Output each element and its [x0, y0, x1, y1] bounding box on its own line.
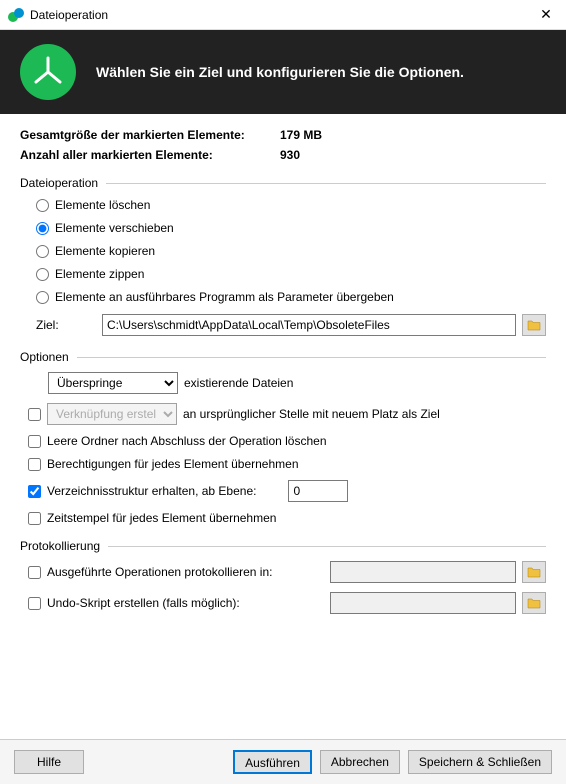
- save-close-button[interactable]: Speichern & Schließen: [408, 750, 552, 774]
- radio-move-label: Elemente verschieben: [55, 221, 174, 235]
- timestamps-label: Zeitstempel für jedes Element übernehmen: [47, 511, 276, 525]
- timestamps-checkbox[interactable]: [28, 512, 41, 525]
- divider: [106, 183, 546, 184]
- existing-suffix: existierende Dateien: [184, 376, 293, 390]
- radio-copy-input[interactable]: [36, 245, 49, 258]
- header-text: Wählen Sie ein Ziel und konfigurieren Si…: [96, 64, 464, 80]
- stat-size-label: Gesamtgröße der markierten Elemente:: [20, 128, 280, 142]
- radio-delete-input[interactable]: [36, 199, 49, 212]
- target-label: Ziel:: [36, 318, 96, 332]
- radio-delete[interactable]: Elemente löschen: [36, 198, 546, 212]
- header: Wählen Sie ein Ziel und konfigurieren Si…: [0, 30, 566, 114]
- folder-icon: [527, 597, 541, 609]
- titlebar: Dateioperation ✕: [0, 0, 566, 30]
- radio-delete-label: Elemente löschen: [55, 198, 150, 212]
- preserve-struct-checkbox[interactable]: [28, 485, 41, 498]
- execute-button[interactable]: Ausführen: [233, 750, 312, 774]
- radio-exec-label: Elemente an ausführbares Programm als Pa…: [55, 290, 394, 304]
- close-button[interactable]: ✕: [526, 0, 566, 30]
- radio-move[interactable]: Elemente verschieben: [36, 221, 546, 235]
- permissions-label: Berechtigungen für jedes Element überneh…: [47, 457, 299, 471]
- permissions-row[interactable]: Berechtigungen für jedes Element überneh…: [28, 457, 546, 471]
- radio-exec[interactable]: Elemente an ausführbares Programm als Pa…: [36, 290, 546, 304]
- delete-empty-row[interactable]: Leere Ordner nach Abschluss der Operatio…: [28, 434, 546, 448]
- app-icon: [8, 7, 24, 23]
- delete-empty-label: Leere Ordner nach Abschluss der Operatio…: [47, 434, 327, 448]
- help-button[interactable]: Hilfe: [14, 750, 84, 774]
- shortcut-suffix: an ursprünglicher Stelle mit neuem Platz…: [183, 407, 440, 421]
- folder-icon: [527, 319, 541, 331]
- radio-zip[interactable]: Elemente zippen: [36, 267, 546, 281]
- divider: [77, 357, 546, 358]
- log-ops-label: Ausgeführte Operationen protokollieren i…: [47, 565, 272, 579]
- divider: [108, 546, 546, 547]
- log-ops-browse-button[interactable]: [522, 561, 546, 583]
- existing-select[interactable]: Überspringe: [48, 372, 178, 394]
- preserve-struct-label: Verzeichnisstruktur erhalten, ab Ebene:: [47, 484, 256, 498]
- undo-script-browse-button[interactable]: [522, 592, 546, 614]
- group-options-title: Optionen: [20, 350, 69, 364]
- log-ops-input: [330, 561, 516, 583]
- stat-count-label: Anzahl aller markierten Elemente:: [20, 148, 280, 162]
- folder-icon: [527, 566, 541, 578]
- radio-exec-input[interactable]: [36, 291, 49, 304]
- undo-script-checkbox[interactable]: [28, 597, 41, 610]
- shortcut-select: Verknüpfung erstellen: [47, 403, 177, 425]
- header-icon: [20, 44, 76, 100]
- radio-copy[interactable]: Elemente kopieren: [36, 244, 546, 258]
- timestamps-row[interactable]: Zeitstempel für jedes Element übernehmen: [28, 511, 546, 525]
- target-input[interactable]: [102, 314, 516, 336]
- undo-script-input: [330, 592, 516, 614]
- preserve-level-input[interactable]: [288, 480, 348, 502]
- footer: Hilfe Ausführen Abbrechen Speichern & Sc…: [0, 739, 566, 784]
- window-title: Dateioperation: [30, 8, 526, 22]
- radio-move-input[interactable]: [36, 222, 49, 235]
- delete-empty-checkbox[interactable]: [28, 435, 41, 448]
- group-logging-title: Protokollierung: [20, 539, 100, 553]
- stat-count-value: 930: [280, 148, 300, 162]
- radio-zip-label: Elemente zippen: [55, 267, 144, 281]
- stat-size-value: 179 MB: [280, 128, 322, 142]
- group-options: Optionen Überspringe existierende Dateie…: [20, 350, 546, 525]
- target-browse-button[interactable]: [522, 314, 546, 336]
- radio-copy-label: Elemente kopieren: [55, 244, 155, 258]
- shortcut-checkbox[interactable]: [28, 408, 41, 421]
- cancel-button[interactable]: Abbrechen: [320, 750, 400, 774]
- stat-size-row: Gesamtgröße der markierten Elemente: 179…: [20, 128, 546, 142]
- group-operation: Dateioperation Elemente löschen Elemente…: [20, 176, 546, 336]
- permissions-checkbox[interactable]: [28, 458, 41, 471]
- group-logging: Protokollierung Ausgeführte Operationen …: [20, 539, 546, 614]
- undo-script-label: Undo-Skript erstellen (falls möglich):: [47, 596, 240, 610]
- group-operation-title: Dateioperation: [20, 176, 98, 190]
- stat-count-row: Anzahl aller markierten Elemente: 930: [20, 148, 546, 162]
- log-ops-checkbox[interactable]: [28, 566, 41, 579]
- radio-zip-input[interactable]: [36, 268, 49, 281]
